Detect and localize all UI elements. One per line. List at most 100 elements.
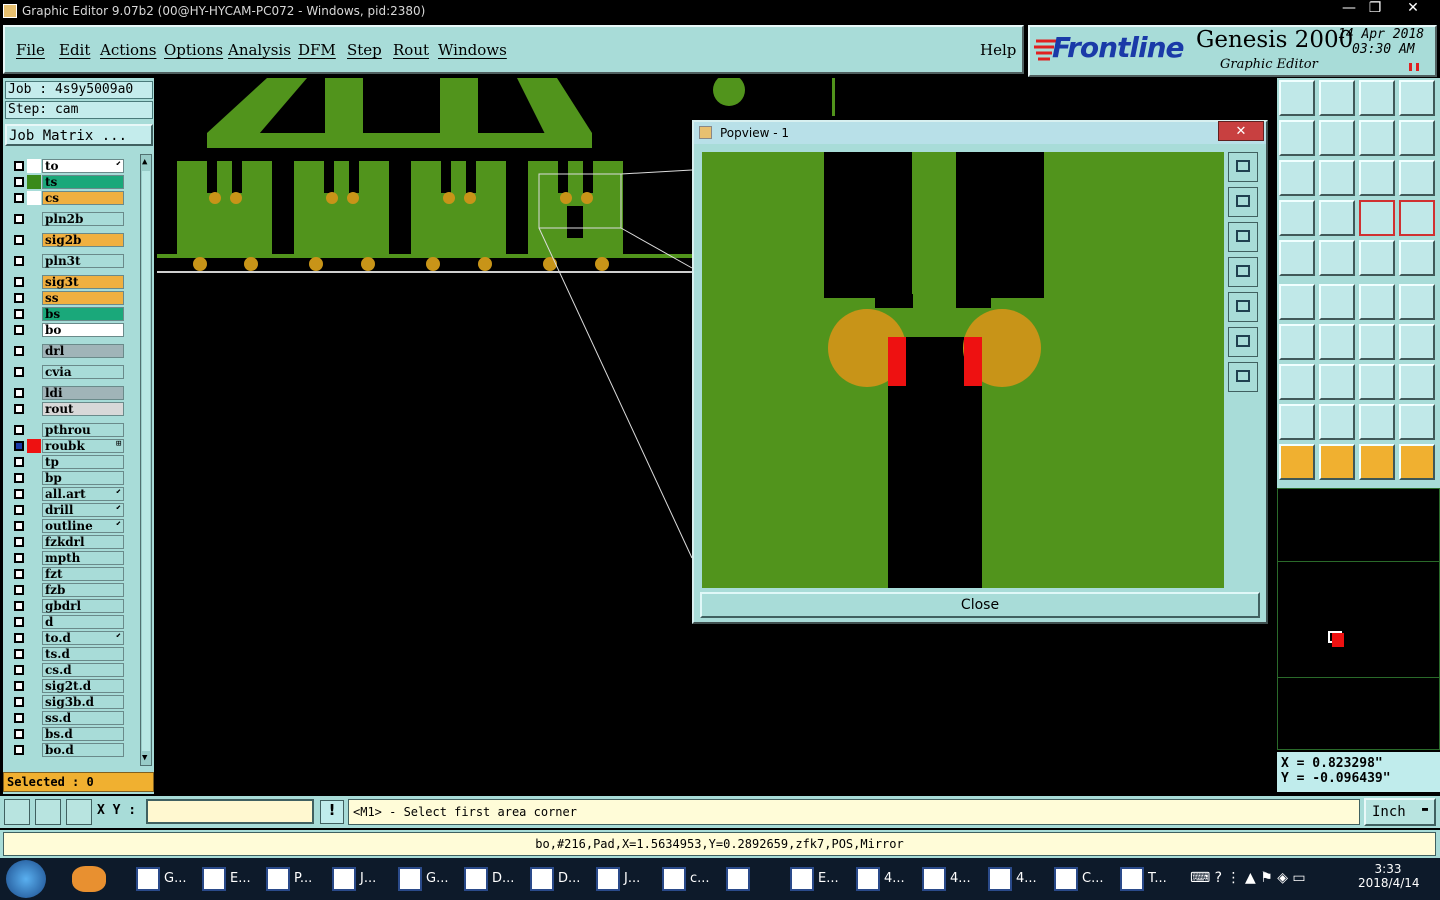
taskbar-item[interactable]: J... — [590, 861, 652, 897]
layer-checkbox[interactable] — [14, 505, 24, 515]
one-to-one-tool-icon[interactable] — [1359, 160, 1395, 196]
arc-blue-tool-icon[interactable] — [1399, 404, 1435, 440]
layer-color-swatch[interactable] — [27, 402, 41, 416]
layer-name[interactable]: bo — [42, 323, 124, 337]
arc-edit-tool-icon[interactable] — [1359, 404, 1395, 440]
layer-checkbox[interactable] — [14, 425, 24, 435]
zoom-area-tool-icon[interactable] — [1319, 160, 1355, 196]
layer-checkbox[interactable] — [14, 729, 24, 739]
select-alt-tool-icon[interactable] — [1359, 444, 1395, 480]
taskbar-item[interactable]: 4... — [850, 861, 912, 897]
layer-checkbox[interactable] — [14, 161, 24, 171]
layer-checkbox[interactable] — [14, 293, 24, 303]
layer-row-sig2b[interactable]: sig2b — [5, 232, 126, 248]
layer-color-swatch[interactable] — [27, 599, 41, 613]
taskbar-item[interactable]: E... — [196, 861, 258, 897]
layer-name[interactable]: pln2b — [42, 212, 124, 226]
taskbar-item[interactable]: G... — [130, 861, 192, 897]
layer-row-bo-d[interactable]: bo.d — [5, 742, 126, 758]
menu-options[interactable]: Options — [164, 41, 223, 59]
menu-file[interactable]: File — [16, 41, 45, 59]
layer-name[interactable]: pthrou — [42, 423, 124, 437]
menu-dfm[interactable]: DFM — [298, 41, 336, 59]
layer-name[interactable]: ts.d — [42, 647, 124, 661]
trace-up-tool-icon[interactable] — [1319, 404, 1355, 440]
delete-tool-icon[interactable] — [1319, 284, 1355, 320]
layer-checkbox[interactable] — [14, 537, 24, 547]
layer-checkbox[interactable] — [14, 235, 24, 245]
split-tool-icon[interactable] — [1399, 284, 1435, 320]
measure-tool-icon[interactable] — [1399, 444, 1435, 480]
menu-analysis[interactable]: Analysis — [228, 41, 291, 59]
shell-app-icon[interactable] — [72, 866, 106, 892]
layer-row-sig3b-d[interactable]: sig3b.d — [5, 694, 126, 710]
taskbar-item[interactable]: G... — [392, 861, 454, 897]
connect-tool-icon[interactable] — [1359, 284, 1395, 320]
layer-color-swatch[interactable] — [27, 647, 41, 661]
layer-checkbox[interactable] — [14, 489, 24, 499]
layer-name[interactable]: rout — [42, 402, 124, 416]
layer-row-cvia[interactable]: cvia — [5, 364, 126, 380]
layer-color-swatch[interactable] — [27, 455, 41, 469]
menu-actions[interactable]: Actions — [100, 41, 156, 59]
popview-pan-right-icon[interactable] — [1228, 292, 1258, 322]
mirror-tool-icon[interactable] — [1399, 324, 1435, 360]
layer-name[interactable]: outline — [42, 519, 124, 533]
layer-checkbox[interactable] — [14, 697, 24, 707]
taskbar-item[interactable]: P... — [260, 861, 322, 897]
layer-name[interactable]: mpth — [42, 551, 124, 565]
layer-name[interactable]: sig2b — [42, 233, 124, 247]
taskbar-item[interactable]: D... — [458, 861, 520, 897]
layer-name[interactable]: bs.d — [42, 727, 124, 741]
rotate-tool-icon[interactable] — [1359, 324, 1395, 360]
layer-row-bo[interactable]: bo — [5, 322, 126, 338]
cursor-tool-icon[interactable] — [1279, 444, 1315, 480]
layer-row-drl[interactable]: drl — [5, 343, 126, 359]
feature-select-tool-icon[interactable] — [1359, 200, 1395, 236]
layer-row-ldi[interactable]: ldi — [5, 385, 126, 401]
layer-color-swatch[interactable] — [27, 323, 41, 337]
close-window-button[interactable]: ✕ — [1390, 0, 1436, 20]
layer-checkbox[interactable] — [14, 388, 24, 398]
layer-color-swatch[interactable] — [27, 291, 41, 305]
layer-name[interactable]: drill — [42, 503, 124, 517]
taskbar-item[interactable] — [720, 861, 782, 897]
layer-checkbox[interactable] — [14, 177, 24, 187]
overview-map[interactable] — [1277, 488, 1440, 750]
taskbar-item[interactable]: D... — [524, 861, 586, 897]
taskbar-item[interactable]: T... — [1114, 861, 1176, 897]
layer-name[interactable]: pln3t — [42, 254, 124, 268]
layer-color-swatch[interactable] — [27, 365, 41, 379]
layer-row-bp[interactable]: bp — [5, 470, 126, 486]
layer-checkbox[interactable] — [14, 665, 24, 675]
layer-row-pln2b[interactable]: pln2b — [5, 211, 126, 227]
layer-color-swatch[interactable] — [27, 159, 41, 173]
layer-checkbox[interactable] — [14, 601, 24, 611]
layer-checkbox[interactable] — [14, 367, 24, 377]
layer-row-drill[interactable]: drill ⬋ — [5, 502, 126, 518]
layer-checkbox[interactable] — [14, 713, 24, 723]
layer-name[interactable]: d — [42, 615, 124, 629]
draw-arc-tool-icon[interactable] — [1319, 324, 1355, 360]
layer-row-d[interactable]: d — [5, 614, 126, 630]
resize-tool-icon[interactable] — [1359, 364, 1395, 400]
layer-color-swatch[interactable] — [27, 344, 41, 358]
layer-color-swatch[interactable] — [27, 233, 41, 247]
grid-tool-icon[interactable] — [1319, 200, 1355, 236]
open-tool-icon[interactable] — [1279, 80, 1315, 116]
scroll-up-icon[interactable]: ▲ — [142, 157, 147, 167]
layer-row-fzb[interactable]: fzb — [5, 582, 126, 598]
taskbar-item[interactable]: J... — [326, 861, 388, 897]
layer-checkbox[interactable] — [14, 457, 24, 467]
prev-tool-icon[interactable] — [1279, 120, 1315, 156]
select-tool-icon[interactable] — [1319, 444, 1355, 480]
layer-checkbox[interactable] — [14, 553, 24, 563]
layer-list-scrollbar[interactable]: ▲ ▼ — [140, 154, 152, 766]
popview-zoom-full-icon[interactable] — [1228, 152, 1258, 182]
maximize-button[interactable]: ❐ — [1364, 0, 1386, 20]
alert-icon[interactable]: ! — [320, 800, 344, 824]
layer-row-to-d[interactable]: to.d ⬋ — [5, 630, 126, 646]
layer-row-mpth[interactable]: mpth — [5, 550, 126, 566]
layer-checkbox[interactable] — [14, 441, 24, 451]
layer-color-swatch[interactable] — [27, 423, 41, 437]
